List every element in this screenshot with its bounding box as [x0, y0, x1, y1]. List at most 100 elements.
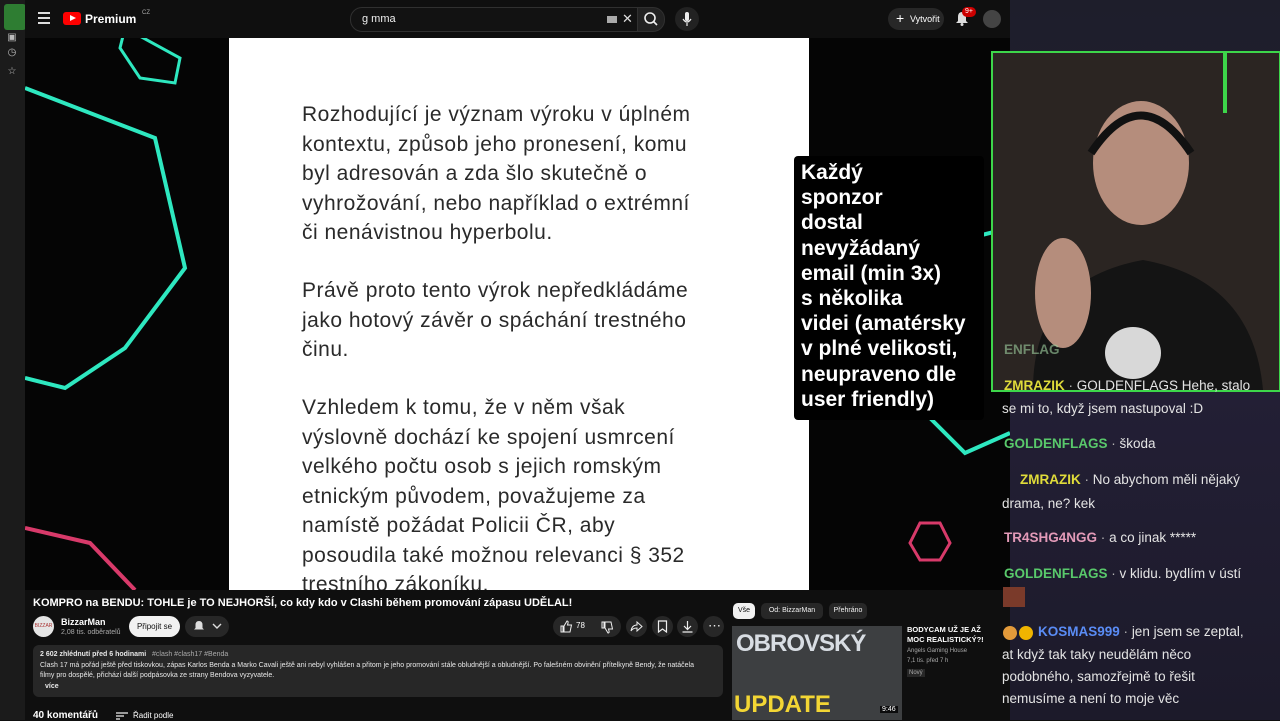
download-button[interactable]	[677, 616, 698, 637]
sort-icon	[116, 712, 128, 720]
caption-line: Každý	[801, 161, 863, 184]
text-line: namístě požádat Policii ČR, aby	[302, 514, 616, 537]
chat-message: ZMRAZIK · GOLDENFLAGS Hehe, stalo	[1004, 378, 1251, 393]
create-label: Vytvořit	[910, 14, 940, 24]
chip-watched[interactable]: Přehráno	[829, 603, 867, 619]
search-box[interactable]: g mma ✕	[350, 7, 639, 32]
stream-overlay-caption: Každý sponzor dostal nevyžádaný email (m…	[794, 156, 984, 420]
chat-username[interactable]: ZMRAZIK	[1004, 378, 1065, 393]
thumbnail-caption-top: OBROVSKÝ	[736, 630, 866, 657]
comments-count: 40 komentářů	[33, 710, 99, 721]
channel-name[interactable]: BizzarMan	[61, 617, 106, 627]
hamburger-menu-icon[interactable]	[38, 12, 50, 24]
view-count-time: 2 602 zhlédnutí před 6 hodinami	[40, 651, 147, 658]
more-actions-button[interactable]: ⋯	[703, 616, 724, 637]
history-icon[interactable]: ▣	[6, 32, 18, 44]
brand-region: CZ	[142, 10, 150, 16]
share-icon	[630, 620, 643, 633]
save-button[interactable]	[652, 616, 673, 637]
caption-line: sponzor	[801, 186, 883, 210]
join-button[interactable]: Připojit se	[129, 616, 180, 637]
caption-line: dostal	[801, 211, 863, 235]
chat-message-continued: nemusíme a není to moje věc	[1002, 691, 1180, 706]
chip-all[interactable]: Vše	[733, 603, 755, 619]
hashtags[interactable]: #clash #clash17 #Benda	[152, 651, 228, 658]
suggested-meta: 7,1 tis. před 7 h	[907, 658, 949, 664]
show-more-link[interactable]: více	[45, 683, 59, 690]
chat-message: ZMRAZIK · No abychom měli nějaký	[1020, 472, 1240, 487]
youtube-logo-icon[interactable]	[63, 12, 81, 25]
description-text: Clash 17 má pořád ještě před tiskovkou, …	[40, 662, 694, 679]
chat-message: TR4SHG4NGG · a co jinak *****	[1004, 530, 1197, 545]
chat-username[interactable]: TR4SHG4NGG	[1004, 530, 1097, 545]
channel-avatar[interactable]: BIZZAR	[33, 616, 54, 637]
subscribed-button[interactable]	[185, 616, 229, 637]
text-line: či nenávistnou hyperbolu.	[302, 221, 553, 244]
chat-text: v klidu. bydlím v ústí	[1119, 566, 1242, 581]
chat-text: GOLDENFLAGS Hehe, stalo	[1076, 378, 1251, 393]
chat-text: a co jinak *****	[1109, 530, 1197, 545]
more-icon: ⋯	[708, 618, 721, 633]
suggested-video-thumbnail[interactable]: OBROVSKÝ UPDATE 9:46	[732, 626, 902, 720]
search-icon	[644, 12, 658, 26]
browser-logo-icon[interactable]	[4, 4, 26, 30]
chat-message-continued: podobného, samozřejmě to řešit	[1002, 669, 1195, 684]
caption-line: user friendly)	[801, 387, 935, 411]
clear-search-icon[interactable]: ✕	[622, 11, 633, 27]
caption-line: nevyžádaný	[801, 236, 921, 260]
chat-text: No abychom měli nějaký	[1092, 472, 1240, 487]
slide-paragraph-2: Právě proto tento výrok nepředkládáme ja…	[302, 276, 762, 365]
brand-label[interactable]: Premium	[85, 12, 136, 26]
dislike-icon[interactable]	[601, 621, 614, 634]
text-line: etnickým původem, považujeme za	[302, 484, 646, 508]
suggested-channel[interactable]: Angels Gaming House	[907, 648, 967, 654]
bell-icon	[194, 621, 204, 630]
badge-icon	[1003, 626, 1017, 640]
video-title: KOMPRO na BENDU: TOHLE je TO NEJHORŠÍ, c…	[33, 597, 573, 609]
text-line: vyhrožování, nebo například o extrémní	[302, 191, 690, 215]
text-line: Vzhledem k tomu, že v něm však	[302, 396, 626, 419]
subscriber-count: 2,08 tis. odběratelů	[61, 629, 121, 636]
voice-search-button[interactable]	[675, 7, 699, 31]
emote-image	[1003, 587, 1025, 607]
chat-message: ENFLAG	[1004, 339, 1060, 361]
text-line: trestního zákoníku.	[302, 573, 489, 590]
account-avatar[interactable]	[983, 10, 1001, 28]
chip-from-channel[interactable]: Od: BizzarMan	[761, 603, 823, 619]
clock-icon[interactable]: ◷	[6, 47, 18, 59]
description-box[interactable]: 2 602 zhlédnutí před 6 hodinami #clash #…	[33, 645, 723, 697]
notification-badge: 9+	[962, 7, 976, 17]
video-player[interactable]: Rozhodující je význam výroku v úplném ko…	[25, 38, 1010, 590]
share-button[interactable]	[626, 616, 647, 637]
like-count: 78	[576, 621, 585, 630]
chat-username[interactable]: GOLDENFLAGS	[1004, 566, 1108, 581]
chat-message: GOLDENFLAGS · škoda	[1004, 436, 1156, 451]
new-badge: Nový	[907, 669, 925, 677]
like-icon[interactable]	[560, 620, 573, 633]
download-icon	[682, 621, 693, 633]
text-line: činu.	[302, 338, 349, 361]
chat-message-continued: drama, ne? kek	[1002, 496, 1096, 511]
caption-line: s několika	[801, 287, 903, 311]
chat-username[interactable]: ZMRAZIK	[1020, 472, 1081, 487]
sort-button[interactable]: Řadit podle	[133, 711, 173, 720]
star-icon[interactable]: ☆	[6, 66, 18, 78]
chat-message-continued: se mi to, když jsem nastupoval :D	[1002, 401, 1204, 416]
chat-username[interactable]: GOLDENFLAGS	[1004, 436, 1108, 451]
keyboard-icon[interactable]	[607, 16, 617, 23]
search-button[interactable]	[637, 7, 665, 32]
chat-username[interactable]: KOSMAS999	[1038, 624, 1120, 639]
caption-line: neupraveno dle	[801, 362, 957, 386]
create-button[interactable]: + Vytvořit	[888, 8, 944, 30]
caption-line: email (min 3x)	[801, 261, 942, 285]
text-line: Právě proto tento výrok nepředkládáme	[302, 279, 689, 302]
text-line: byl adresován a zda šlo skutečně o	[302, 162, 648, 185]
gift-badge-icon	[1019, 626, 1033, 640]
chat-message: KOSMAS999 · jen jsem se zeptal,	[1038, 624, 1244, 639]
microphone-icon	[682, 12, 692, 26]
search-input[interactable]: g mma	[362, 13, 396, 25]
text-line: Rozhodující je význam výroku v úplném	[302, 103, 691, 126]
chat-username[interactable]: ENFLAG	[1004, 342, 1060, 357]
chat-text: škoda	[1119, 436, 1156, 451]
suggested-video-title[interactable]: BODYCAM UŽ JE AŽ MOC REALISTICKÝ?!	[907, 625, 997, 645]
